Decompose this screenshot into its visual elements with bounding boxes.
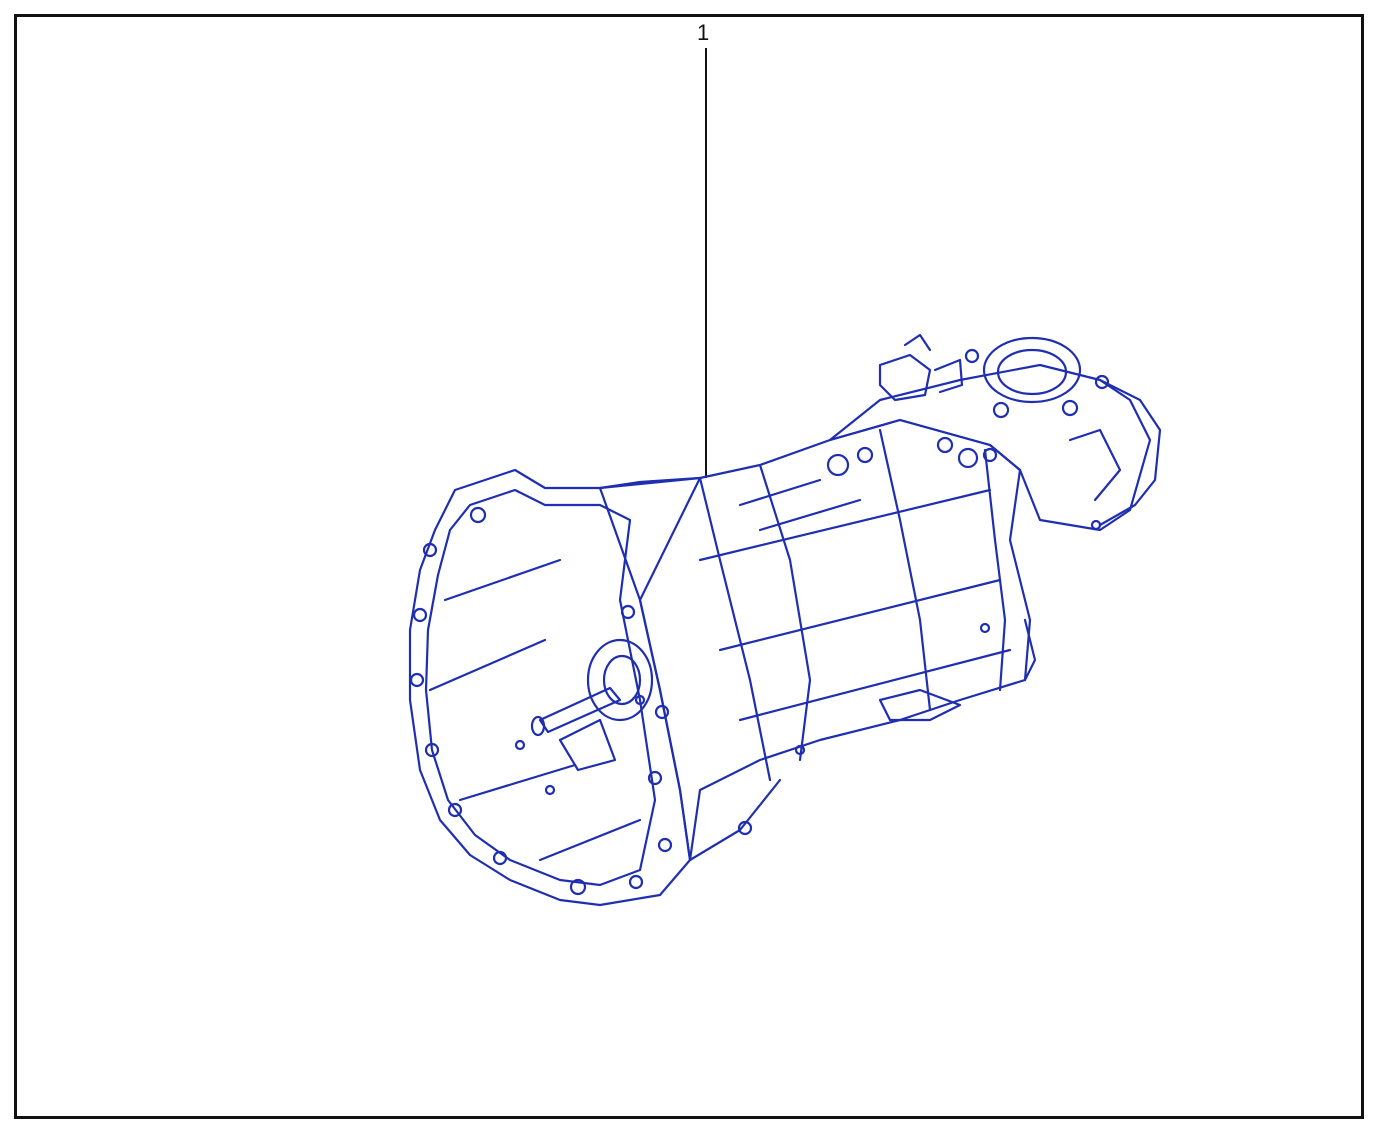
release-fork [558, 718, 617, 772]
input-bearing-retainer [586, 638, 654, 722]
shift-tower-base [828, 363, 1152, 532]
fill-plug [826, 453, 850, 477]
transmission-illustration [408, 48, 1162, 907]
main-case [598, 418, 1032, 862]
transmission-assembly [408, 333, 1162, 907]
bell-housing-flange [408, 468, 702, 907]
bell-housing-inner [424, 488, 657, 887]
